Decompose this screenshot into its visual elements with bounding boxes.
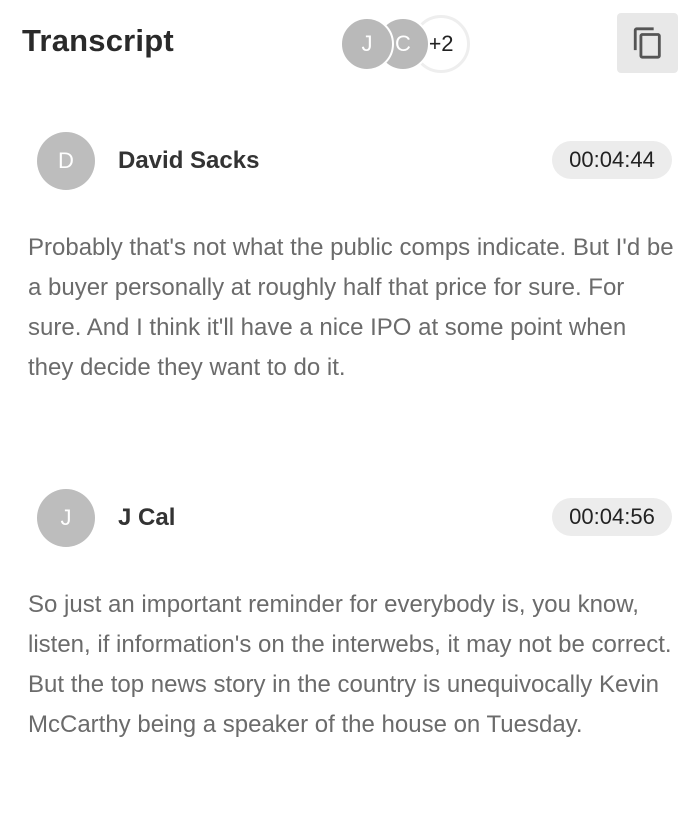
copy-button[interactable] <box>617 13 678 73</box>
timestamp-badge[interactable]: 00:04:44 <box>552 141 672 179</box>
participant-avatar-stack[interactable]: J C +2 <box>340 15 480 73</box>
speaker-avatar: D <box>37 132 95 190</box>
transcript-header: Transcript J C +2 <box>0 0 700 84</box>
timestamp-badge[interactable]: 00:04:56 <box>552 498 672 536</box>
copy-icon <box>633 27 661 59</box>
participant-avatar[interactable]: J <box>340 17 394 71</box>
speaker-name: J Cal <box>118 504 176 531</box>
speaker-avatar: J <box>37 489 95 547</box>
speaker-name: David Sacks <box>118 147 260 174</box>
transcript-text: Probably that's not what the public comp… <box>28 234 674 381</box>
transcript-text: So just an important reminder for everyb… <box>28 591 672 738</box>
transcript-entry: D David Sacks 00:04:44 Probably that's n… <box>0 132 700 381</box>
page-title: Transcript <box>22 23 174 58</box>
entry-header: D David Sacks 00:04:44 <box>0 132 700 192</box>
transcript-entry: J J Cal 00:04:56 So just an important re… <box>0 489 700 738</box>
entry-header: J J Cal 00:04:56 <box>0 489 700 549</box>
